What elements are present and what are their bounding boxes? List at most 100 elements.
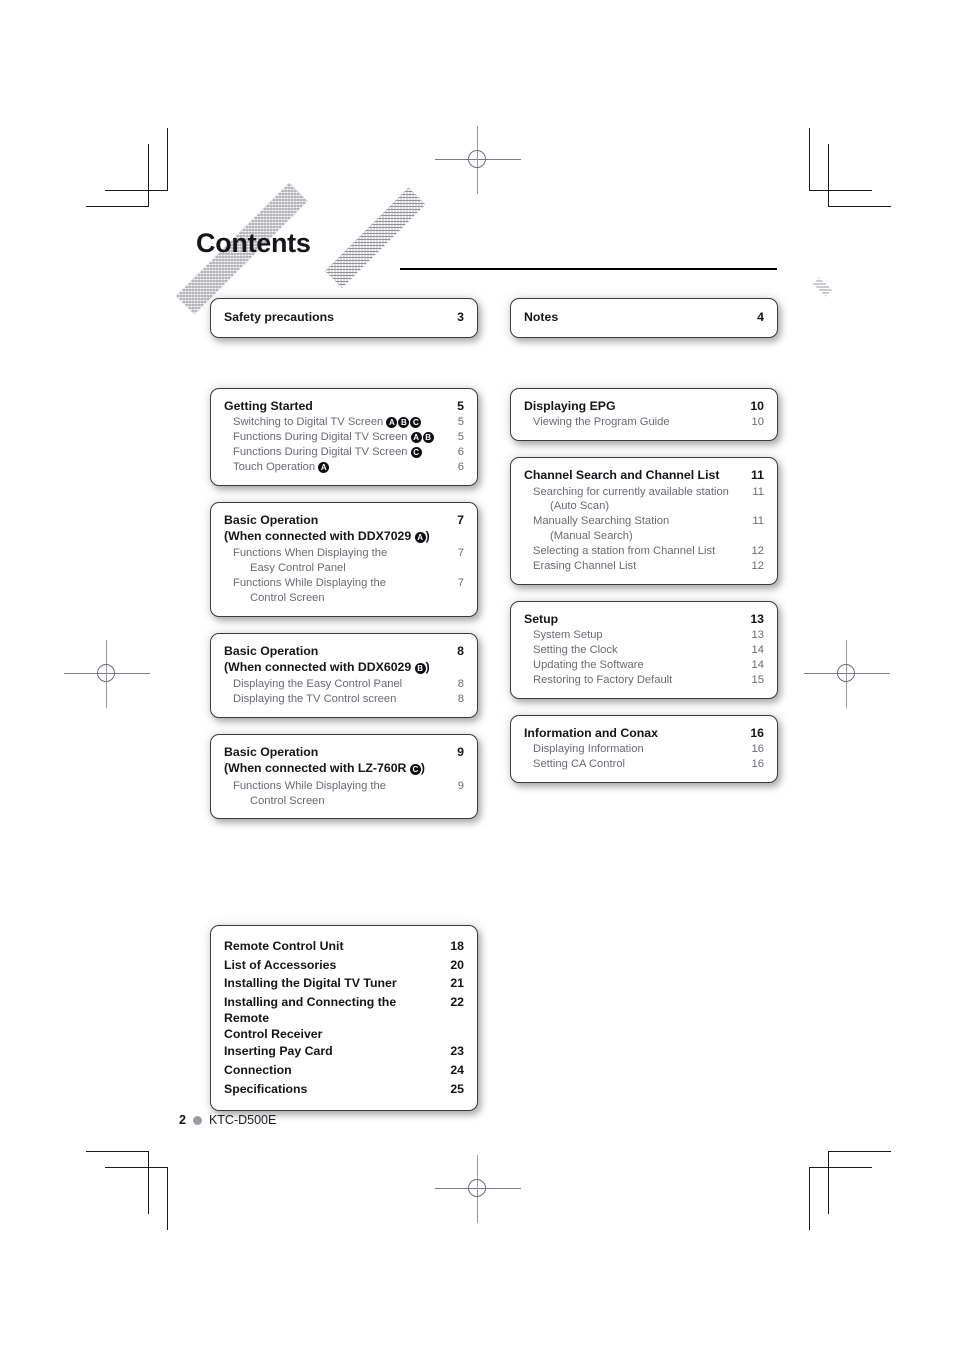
toc-box[interactable]: Setup 13 System Setup 13 Setting the Clock … [510,600,778,699]
toc-page: 3 [457,310,464,324]
toc-row[interactable]: Notes 4 [524,308,764,327]
title-rule [400,268,777,270]
toc-box[interactable]: Channel Search and Channel List 11 Searchi… [510,457,778,585]
toc-box[interactable]: Information and Conax 16 Displaying Inform… [510,714,778,783]
toc-box-appendix[interactable]: Remote Control Unit 18 List of Accessorie… [210,925,478,1112]
toc-label: Selecting a station from Channel List [533,545,716,558]
toc-box[interactable]: Basic Operation (When connected with DDX7… [210,501,478,617]
toc-heading-label: Channel Search and Channel List [524,467,751,483]
toc-heading-page: 9 [457,745,464,760]
toc-page: 9 [457,779,464,792]
toc-heading-line2: (When connected with DDX7029 [224,528,415,543]
toc-label: Connection [224,1062,292,1077]
toc-section-heading[interactable]: Basic Operation (When connected with DDX7… [224,512,464,544]
toc-entry-row[interactable]: Manually Searching Station (Manual Searc… [524,514,764,544]
toc-entry-row[interactable]: System Setup 13 [524,628,764,643]
toc-entry-row[interactable]: Displaying the Easy Control Panel 8 [224,677,464,692]
badge-b-icon: B [422,432,434,444]
toc-entry-row[interactable]: Displaying Information 16 [524,742,764,757]
toc-box[interactable]: Basic Operation (When connected with DDX6… [210,632,478,719]
toc-row[interactable]: Safety precautions 3 [224,308,464,327]
toc-heading-line2-tail: ) [425,659,430,674]
toc-entry-row[interactable]: Restoring to Factory Default 15 [524,673,764,688]
toc-section-heading[interactable]: Basic Operation (When connected with LZ-7… [224,744,464,776]
toc-page: 11 [752,485,764,498]
badge-b-icon: B [398,417,410,429]
toc-entry-row[interactable]: Functions During Digital TV Screen AB5 [224,430,464,445]
toc-heading-line2: (When connected with LZ-760R [224,760,410,775]
toc-label: List of Accessories [224,957,337,972]
toc-heading-label: Getting Started [224,398,457,414]
toc-page: 23 [450,1044,464,1059]
toc-box-safety-precautions[interactable]: Safety precautions 3 [210,298,478,338]
toc-entry-row[interactable]: Functions While Displaying the Control S… [224,576,464,606]
toc-section-heading[interactable]: Basic Operation (When connected with DDX6… [224,643,464,675]
toc-section-heading[interactable]: Setup 13 [524,611,764,627]
toc-page: 6 [457,461,464,474]
toc-label: Functions During Digital TV Screen AB [233,430,458,445]
toc-page: 21 [450,976,464,991]
toc-section-heading[interactable]: Getting Started 5 [224,398,464,414]
toc-heading-page: 10 [750,399,764,413]
toc-section-heading[interactable]: Information and Conax 16 [524,725,764,741]
toc-heading-line2-tail: ) [420,760,425,775]
badge-b-icon: B [414,662,426,674]
toc-entry-row[interactable]: Functions When Displaying the Easy Contr… [224,546,464,576]
toc-heading-line1: Basic Operation [224,643,319,658]
toc-left-column: Getting Started 5 Switching to Digital TV … [210,388,478,835]
toc-entry-row[interactable]: Functions During Digital TV Screen C6 [224,445,464,460]
toc-entry-row[interactable]: Setting the Clock 14 [524,643,764,658]
toc-heading-label: Basic Operation (When connected with DDX6… [224,644,457,675]
toc-page: 16 [751,758,764,771]
toc-label: Switching to Digital TV Screen ABC [233,415,458,430]
toc-heading-line1: Getting Started [224,399,313,413]
toc-heading-line1: Channel Search and Channel List [524,468,720,483]
toc-box[interactable]: Displaying EPG 10 Viewing the Program Guid… [510,388,778,442]
registration-mark-right [804,640,890,708]
toc-page: 8 [457,678,464,691]
toc-heading-line1: Information and Conax [524,725,658,740]
page-header: Contents [178,228,778,278]
decorative-tick-mark [812,277,833,297]
toc-page: 12 [751,560,764,573]
toc-bottom-section: Remote Control Unit 18 List of Accessorie… [210,925,478,1127]
toc-heading-page: 7 [457,512,464,527]
toc-label: Searching for currently available statio… [533,485,752,515]
toc-box-notes[interactable]: Notes 4 [510,298,778,338]
toc-page: 12 [751,545,764,558]
toc-entry-row[interactable]: Viewing the Program Guide 10 [524,415,764,430]
toc-heading-label: Information and Conax [524,725,750,741]
toc-section-heading[interactable]: Channel Search and Channel List 11 [524,467,764,483]
toc-label: Safety precautions [224,310,335,324]
toc-entry-row[interactable]: Selecting a station from Channel List 12 [524,544,764,559]
badge-c-icon: C [410,417,422,429]
toc-entry-row[interactable]: Inserting Pay Card 23 [224,1042,464,1061]
badge-a-icon: A [386,417,398,429]
toc-entry-row[interactable]: List of Accessories 20 [224,956,464,975]
toc-entry-row[interactable]: Updating the Software 14 [524,658,764,673]
toc-entry-row[interactable]: Installing and Connecting the Remote Con… [224,993,464,1042]
toc-section-heading[interactable]: Displaying EPG 10 [524,398,764,414]
toc-heading-page: 11 [751,468,764,483]
toc-entry-row[interactable]: Setting CA Control 16 [524,757,764,772]
toc-box[interactable]: Getting Started 5 Switching to Digital TV … [210,388,478,486]
toc-entry-row[interactable]: Remote Control Unit 18 [224,937,464,956]
registration-mark-bottom [435,1155,521,1223]
toc-box[interactable]: Basic Operation (When connected with LZ-7… [210,734,478,820]
toc-heading-label: Basic Operation (When connected with DDX7… [224,513,457,544]
toc-entry-row[interactable]: Connection 24 [224,1061,464,1080]
toc-page: 14 [751,644,764,657]
toc-entry-row[interactable]: Erasing Channel List 12 [524,559,764,574]
toc-entry-row[interactable]: Touch Operation A6 [224,460,464,475]
toc-page: 25 [450,1081,464,1096]
toc-entry-row[interactable]: Displaying the TV Control screen 8 [224,692,464,707]
toc-entry-row[interactable]: Specifications 25 [224,1080,464,1099]
toc-entry-row[interactable]: Installing the Digital TV Tuner 21 [224,974,464,993]
toc-entry-row[interactable]: Searching for currently available statio… [524,485,764,515]
toc-entry-row[interactable]: Switching to Digital TV Screen ABC5 [224,415,464,430]
toc-heading-page: 5 [457,399,464,413]
toc-label-continuation: Easy Control Panel [250,562,346,575]
toc-label: Installing the Digital TV Tuner [224,976,397,991]
toc-entry-row[interactable]: Functions While Displaying the Control S… [224,779,464,809]
toc-label: Displaying Information [533,743,644,756]
